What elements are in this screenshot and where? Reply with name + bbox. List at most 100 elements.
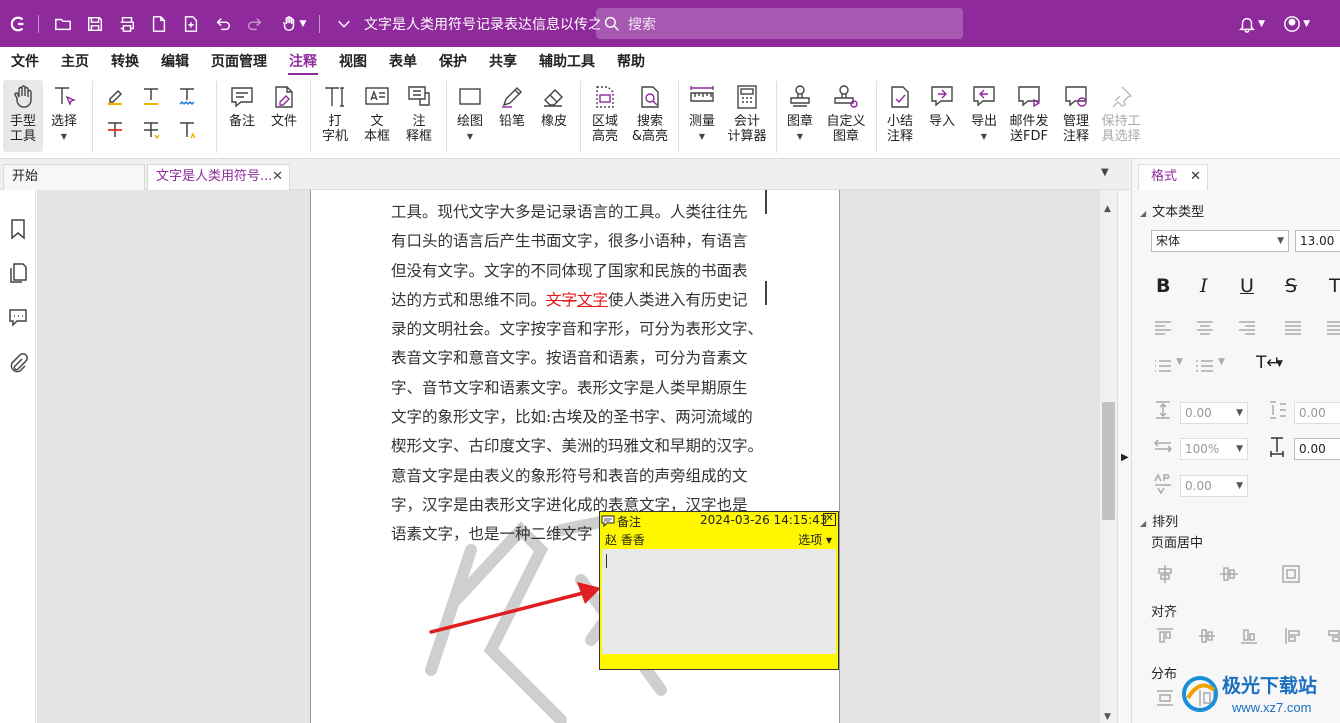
draw-button[interactable]: 绘图 ▼ bbox=[452, 84, 488, 144]
superscript-icon[interactable]: T bbox=[1329, 275, 1340, 297]
insert-text-icon[interactable] bbox=[176, 119, 202, 145]
horizontal-scale-input[interactable]: 100% ▼ bbox=[1180, 438, 1248, 460]
text-line[interactable]: 有口头的语言后产生书面文字，很多小语种，有语言 bbox=[391, 227, 763, 256]
menu-item-3[interactable]: 编辑 bbox=[150, 47, 200, 77]
typewriter-button[interactable]: 打 字机 bbox=[316, 84, 354, 144]
menu-item-7[interactable]: 表单 bbox=[378, 47, 428, 77]
document-viewport[interactable]: 工具。现代文字大多是记录语言的工具。人类往往先 有口头的语言后产生书面文字，很多小… bbox=[37, 190, 1100, 723]
text-line[interactable]: 录的文明社会。文字按字音和字形，可分为表形文字、 bbox=[391, 315, 763, 344]
menu-item-10[interactable]: 辅助工具 bbox=[528, 47, 606, 77]
summarize-button[interactable]: 小结 注释 bbox=[880, 84, 920, 144]
pages-icon[interactable] bbox=[8, 262, 28, 284]
align-right-icon[interactable] bbox=[1236, 317, 1258, 339]
collapse-right-panel-icon[interactable]: ▶ bbox=[1121, 452, 1129, 463]
bold-icon[interactable]: B bbox=[1156, 275, 1170, 297]
distribute-horizontal-icon[interactable] bbox=[1154, 687, 1176, 709]
hand-tool-menu-icon[interactable]: ▼ bbox=[273, 10, 313, 38]
menu-item-4[interactable]: 页面管理 bbox=[200, 47, 278, 77]
print-icon[interactable] bbox=[113, 10, 141, 38]
note-header[interactable]: 备注 2024-03-26 14:15:43 ✕ bbox=[600, 512, 838, 530]
bullet-list-dropdown-icon[interactable]: ▼ bbox=[1176, 357, 1183, 367]
scroll-up-icon[interactable]: ▲ bbox=[1104, 204, 1111, 214]
baseline-offset-icon[interactable] bbox=[1152, 473, 1174, 495]
note-popup[interactable]: 备注 2024-03-26 14:15:43 ✕ 赵 香香 选项 ▾ bbox=[599, 511, 839, 670]
align-top-icon[interactable] bbox=[1154, 625, 1176, 647]
baseline-offset-input[interactable]: 0.00 ▼ bbox=[1180, 475, 1248, 497]
horizontal-scale-icon[interactable] bbox=[1152, 435, 1174, 457]
text-line[interactable]: 字、音节文字和语素文字。表形文字是人类早期原生 bbox=[391, 374, 763, 403]
strikeout-text-icon[interactable] bbox=[104, 119, 130, 145]
text-line[interactable]: 表音文字和意音文字。按语音和语素，可分为音素文 bbox=[391, 344, 763, 373]
format-tab[interactable]: 格式 ✕ bbox=[1138, 164, 1208, 190]
strikeout-annotation[interactable]: 文字 bbox=[546, 291, 577, 309]
center-both-icon[interactable] bbox=[1280, 563, 1302, 585]
file-attachment-button[interactable]: 文件 bbox=[266, 84, 302, 129]
quick-access-dropdown-icon[interactable] bbox=[330, 10, 358, 38]
align-center-icon[interactable] bbox=[1194, 317, 1216, 339]
underline-icon[interactable]: U bbox=[1240, 275, 1254, 297]
menu-item-6[interactable]: 视图 bbox=[328, 47, 378, 77]
note-close-icon[interactable]: ✕ bbox=[823, 513, 836, 526]
pencil-button[interactable]: 铅笔 bbox=[494, 84, 530, 129]
arrange-header[interactable]: ◢ 排列 bbox=[1140, 511, 1178, 530]
bullet-list-icon[interactable] bbox=[1152, 355, 1174, 377]
menu-item-1[interactable]: 主页 bbox=[50, 47, 100, 77]
select-button[interactable]: 选择 ▼ bbox=[44, 84, 84, 144]
text-line[interactable]: 楔形文字、古印度文字、美洲的玛雅文和早期的汉字。 bbox=[391, 432, 763, 461]
manage-comments-button[interactable]: 管理 注释 bbox=[1056, 84, 1096, 144]
account-avatar-icon[interactable]: ▼ bbox=[1283, 15, 1310, 33]
inserted-text-annotation[interactable]: 文字 bbox=[577, 291, 608, 309]
menu-item-5[interactable]: 注释 bbox=[278, 47, 328, 77]
stamp-button[interactable]: 图章 ▼ bbox=[782, 84, 818, 144]
text-line[interactable]: 但没有文字。文字的不同体现了国家和民族的书面表 bbox=[391, 257, 763, 286]
underline-text-icon[interactable] bbox=[140, 85, 166, 111]
paragraph-spacing-input[interactable]: 0.00 bbox=[1294, 402, 1340, 424]
text-type-header[interactable]: ◢ 文本类型 bbox=[1140, 201, 1204, 220]
scrollbar-thumb[interactable] bbox=[1102, 402, 1115, 520]
measure-button[interactable]: 测量 ▼ bbox=[684, 84, 720, 144]
italic-icon[interactable]: I bbox=[1200, 275, 1208, 297]
line-spacing-input[interactable]: 0.00 ▼ bbox=[1180, 402, 1248, 424]
vertical-scrollbar[interactable]: ▲ ▼ bbox=[1100, 190, 1117, 723]
area-highlight-button[interactable]: 区域 高亮 bbox=[586, 84, 624, 144]
align-left-icon[interactable] bbox=[1152, 317, 1174, 339]
highlight-text-icon[interactable] bbox=[104, 85, 130, 111]
custom-stamp-button[interactable]: 自定义 图章 bbox=[822, 84, 870, 144]
import-button[interactable]: 导入 bbox=[924, 84, 960, 129]
save-icon[interactable] bbox=[81, 10, 109, 38]
text-line[interactable]: 意音文字是由表义的象形符号和表音的声旁组成的文 bbox=[391, 462, 763, 491]
format-tab-close-icon[interactable]: ✕ bbox=[1190, 165, 1201, 189]
squiggly-text-icon[interactable] bbox=[176, 85, 202, 111]
attachment-icon[interactable] bbox=[8, 352, 28, 374]
email-fdf-button[interactable]: 邮件发 送FDF bbox=[1006, 84, 1052, 144]
align-left-objects-icon[interactable] bbox=[1282, 625, 1304, 647]
scroll-down-icon[interactable]: ▼ bbox=[1104, 712, 1111, 722]
tab-document[interactable]: 文字是人类用符号... ✕ bbox=[147, 164, 290, 190]
menu-item-8[interactable]: 保护 bbox=[428, 47, 478, 77]
textbox-button[interactable]: 文 本框 bbox=[358, 84, 396, 144]
eraser-button[interactable]: 橡皮 bbox=[536, 84, 572, 129]
align-distribute-icon[interactable] bbox=[1324, 317, 1340, 339]
bookmark-icon[interactable] bbox=[8, 218, 28, 240]
comments-panel-icon[interactable] bbox=[8, 306, 28, 328]
menu-item-11[interactable]: 帮助 bbox=[606, 47, 656, 77]
line-spacing-icon[interactable] bbox=[1152, 399, 1174, 421]
note-options-dropdown[interactable]: 选项 ▾ bbox=[798, 531, 832, 548]
create-icon[interactable] bbox=[177, 10, 205, 38]
font-family-select[interactable]: 宋体 ▼ bbox=[1151, 230, 1289, 252]
numbered-list-icon[interactable] bbox=[1194, 355, 1216, 377]
note-text-input[interactable] bbox=[602, 549, 836, 654]
strikethrough-icon[interactable]: S bbox=[1285, 275, 1297, 297]
tab-list-dropdown-icon[interactable]: ▼ bbox=[1101, 167, 1109, 178]
export-button[interactable]: 导出 ▼ bbox=[966, 84, 1002, 144]
right-panel-toggle[interactable]: ▶ bbox=[1117, 190, 1131, 723]
paragraph-spacing-icon[interactable] bbox=[1266, 399, 1288, 421]
font-size-input[interactable]: 13.00 bbox=[1295, 230, 1340, 252]
tab-close-icon[interactable]: ✕ bbox=[272, 165, 283, 189]
calculator-button[interactable]: 会计 计算器 bbox=[724, 84, 770, 144]
text-line-marked[interactable]: 达的方式和思维不同。文字文字使人类进入有历史记 bbox=[391, 286, 763, 315]
new-file-icon[interactable] bbox=[145, 10, 173, 38]
menu-item-0[interactable]: 文件 bbox=[0, 47, 50, 77]
text-line[interactable]: 工具。现代文字大多是记录语言的工具。人类往往先 bbox=[391, 198, 763, 227]
search-box[interactable]: 搜索 bbox=[596, 8, 963, 39]
